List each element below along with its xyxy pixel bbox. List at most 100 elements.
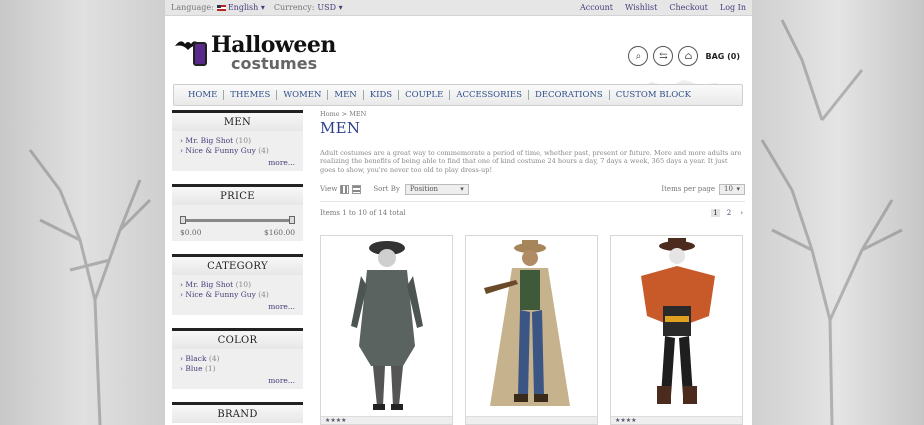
breadcrumb: Home > MEN [320, 110, 745, 118]
list-item[interactable]: › Blue (1) [180, 364, 295, 374]
list-item-label: Nice & Funny Guy [185, 146, 256, 155]
login-link[interactable]: Log In [720, 3, 746, 12]
sort-select[interactable]: Position ▾ [404, 183, 469, 195]
grid-view-icon[interactable] [340, 184, 350, 194]
list-item-count: (4) [258, 146, 269, 155]
top-links: Account Wishlist Checkout Log In [580, 3, 746, 12]
product-card[interactable]: ★★★★ [610, 235, 743, 425]
category-description: Adult costumes are a great way to commem… [320, 149, 742, 174]
language-label: Language: [171, 3, 214, 12]
list-item[interactable]: › Nice & Funny Guy (4) [180, 290, 295, 300]
nav-couple[interactable]: COUPLE [399, 90, 451, 100]
nav-accessories[interactable]: ACCESSORIES [450, 90, 529, 100]
list-item-count: (4) [208, 354, 220, 363]
nav-themes[interactable]: THEMES [224, 90, 278, 100]
more-link[interactable]: more... [180, 158, 295, 167]
list-item[interactable]: › Mr. Big Shot (10) [180, 280, 295, 290]
header-icons: ⌕ ⇆ ⌂ BAG (0) [628, 46, 740, 66]
category-block: CATEGORY › Mr. Big Shot (10) › Nice & Fu… [172, 254, 303, 315]
items-per-page-label: Items per page [661, 185, 715, 194]
pagination: 1 2 › [711, 209, 745, 218]
breadcrumb-current: MEN [349, 110, 367, 118]
breadcrumb-separator: > [341, 110, 348, 118]
slider-handle-min[interactable] [180, 216, 186, 224]
view-label: View [320, 185, 338, 194]
items-per-page-value: 10 [724, 184, 733, 193]
more-link[interactable]: more... [180, 302, 295, 311]
product-card[interactable] [465, 235, 598, 425]
divider [320, 201, 745, 203]
rating-stars: ★★★★ [611, 416, 742, 425]
background-left [0, 0, 165, 425]
nav-home[interactable]: HOME [182, 90, 225, 100]
list-item-label: Mr. Big Shot [185, 280, 234, 289]
nav-kids[interactable]: KIDS [364, 90, 400, 100]
sort-label: Sort By [373, 185, 400, 194]
product-card[interactable]: ★★★★ [320, 235, 453, 425]
list-view-icon[interactable] [352, 184, 362, 194]
site-logo[interactable]: Halloween costumes [173, 26, 336, 76]
nav-decorations[interactable]: DECORATIONS [529, 90, 610, 100]
list-item-label: Mr. Big Shot [185, 136, 234, 145]
header: Halloween costumes ⌕ ⇆ ⌂ BAG (0) [165, 16, 752, 96]
language-select[interactable]: English ▾ [228, 3, 265, 12]
language-value: English [227, 3, 259, 12]
list-item[interactable]: › Black (4) [180, 354, 295, 364]
skeleton-cowboy-costume-image [641, 238, 715, 405]
breadcrumb-home[interactable]: Home [320, 110, 340, 118]
items-total: Items 1 to 10 of 14 total [320, 209, 406, 218]
lantern-icon [193, 42, 207, 66]
chevron-down-icon: ▾ [460, 184, 464, 193]
brand-block-title: BRAND [172, 405, 303, 423]
chevron-down-icon: ▾ [736, 184, 740, 193]
list-item[interactable]: › Mr. Big Shot (10) [180, 136, 295, 146]
page-2[interactable]: 2 [725, 209, 733, 217]
nav-custom-block[interactable]: CUSTOM BLOCK [610, 90, 697, 100]
more-link[interactable]: more... [180, 376, 295, 385]
items-per-page-select[interactable]: 10 ▾ [719, 183, 745, 195]
checkout-link[interactable]: Checkout [669, 3, 708, 12]
slider-handle-max[interactable] [289, 216, 295, 224]
tree-decoration-icon [28, 149, 152, 425]
color-block: COLOR › Black (4) › Blue (1) more... [172, 328, 303, 389]
page-container: Language: English ▾ Currency: USD ▾ Acco… [165, 0, 752, 425]
men-block: MEN › Mr. Big Shot (10) › Nice & Funny G… [172, 110, 303, 171]
list-item-label: Nice & Funny Guy [185, 290, 256, 299]
cowboy-costume-image [484, 240, 570, 407]
account-link[interactable]: Account [580, 3, 613, 12]
currency-select[interactable]: USD ▾ [317, 3, 342, 12]
us-flag-icon [216, 4, 226, 11]
main-nav: HOME THEMES WOMEN MEN KIDS COUPLE ACCESS… [173, 84, 743, 106]
category-block-title: CATEGORY [172, 257, 303, 275]
pager-row: Items 1 to 10 of 14 total 1 2 › [320, 209, 745, 218]
currency-value: USD [317, 3, 337, 12]
background-right [752, 0, 924, 425]
pirate-zombie-costume-image [351, 241, 423, 411]
price-slider[interactable] [180, 214, 295, 226]
currency-label: Currency: [273, 3, 315, 12]
brand-block: BRAND [172, 402, 303, 423]
list-item[interactable]: › Nice & Funny Guy (4) [180, 146, 295, 156]
price-min: $0.00 [180, 228, 202, 237]
compare-icon[interactable]: ⇆ [653, 46, 674, 66]
sort-value: Position [409, 184, 439, 193]
price-block-title: PRICE [172, 187, 303, 205]
bag-label[interactable]: BAG (0) [705, 52, 740, 61]
search-icon[interactable]: ⌕ [628, 46, 649, 66]
list-item-count: (10) [235, 280, 251, 289]
slider-track [183, 219, 292, 222]
sidebar: MEN › Mr. Big Shot (10) › Nice & Funny G… [172, 110, 303, 425]
page-1[interactable]: 1 [711, 209, 720, 218]
wishlist-link[interactable]: Wishlist [625, 3, 657, 12]
bag-icon[interactable]: ⌂ [678, 46, 699, 66]
rating-stars [466, 416, 597, 425]
color-block-title: COLOR [172, 331, 303, 349]
toolbar: View Sort By Position ▾ Items per page 10… [320, 182, 745, 196]
tree-decoration-icon [760, 19, 903, 425]
list-item-count: (4) [258, 290, 269, 299]
men-block-title: MEN [172, 113, 303, 131]
main-content: Home > MEN MEN Adult costumes are a grea… [320, 110, 745, 425]
nav-women[interactable]: WOMEN [277, 90, 329, 100]
nav-men[interactable]: MEN [328, 90, 364, 100]
next-page-icon[interactable]: › [738, 209, 745, 217]
